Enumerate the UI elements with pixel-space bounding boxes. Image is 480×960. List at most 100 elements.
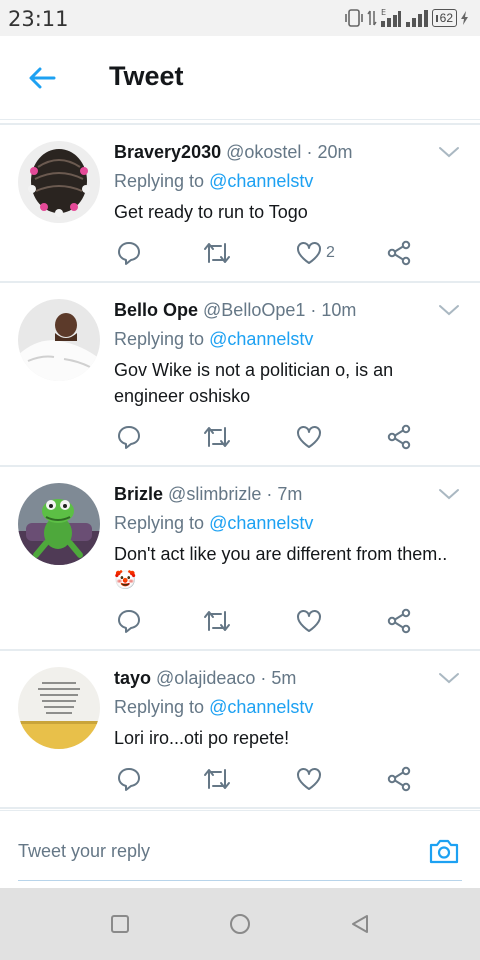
reply-composer: Tweet your reply	[0, 810, 480, 888]
mention-link[interactable]: @channelstv	[209, 697, 313, 717]
tweet-item[interactable]: tayo @olajideaco · 5m Replying to @chann…	[0, 651, 480, 809]
replying-to: Replying to @channelstv	[114, 170, 464, 192]
author-name[interactable]: Brizle	[114, 484, 163, 504]
author-handle[interactable]: @BelloOpe1	[203, 300, 305, 320]
heart-icon	[297, 242, 321, 264]
tweet-text: Gov Wike is not a politician o, is an en…	[114, 360, 394, 406]
author-handle[interactable]: @okostel	[226, 142, 301, 162]
arrow-left-icon	[29, 67, 56, 89]
tweet-item[interactable]: Bello Ope @BelloOpe1 · 10m Replying to @…	[0, 283, 480, 467]
author-handle[interactable]: @slimbrizle	[168, 484, 261, 504]
chevron-down-icon[interactable]	[438, 671, 460, 685]
like-button[interactable]: 2	[296, 238, 335, 268]
tweet-item[interactable]: Bravery2030 @okostel · 20m Replying to @…	[0, 125, 480, 283]
chevron-down-icon[interactable]	[438, 145, 460, 159]
heart-icon	[297, 610, 321, 632]
battery-level: 62	[439, 11, 453, 25]
tweet-content: Brizle @slimbrizle · 7m Replying to @cha…	[114, 483, 464, 593]
charging-icon	[461, 11, 468, 25]
reply-icon	[118, 768, 140, 791]
tweet-text: Don't act like you are different from th…	[114, 544, 448, 590]
mention-link[interactable]: @channelstv	[209, 171, 313, 191]
system-nav-bar	[0, 888, 480, 960]
like-button[interactable]	[296, 764, 322, 794]
back-nav-icon[interactable]	[348, 912, 372, 936]
author-name[interactable]: Bello Ope	[114, 300, 198, 320]
signal-icon-2	[405, 10, 428, 27]
retweet-icon	[204, 611, 230, 631]
avatar[interactable]	[18, 667, 100, 749]
reply-button[interactable]	[116, 764, 142, 794]
reply-icon	[118, 242, 140, 265]
mention-link[interactable]: @channelstv	[209, 329, 313, 349]
app-header: Tweet	[0, 36, 480, 120]
back-button[interactable]	[22, 58, 62, 98]
like-button[interactable]	[296, 422, 322, 452]
tweet-text: Lori iro...oti po repete!	[114, 728, 290, 748]
reply-button[interactable]	[116, 606, 142, 636]
data-transfer-icon	[367, 10, 377, 26]
share-icon	[387, 608, 411, 634]
tweet-content: Bravery2030 @okostel · 20m Replying to @…	[114, 141, 464, 225]
tweet-content: Bello Ope @BelloOpe1 · 10m Replying to @…	[114, 299, 464, 409]
separator: ·	[260, 668, 267, 688]
retweet-button[interactable]	[202, 238, 232, 268]
retweet-button[interactable]	[202, 606, 232, 636]
page-title: Tweet	[109, 61, 184, 91]
avatar[interactable]	[18, 299, 100, 381]
tweet-header: Brizle @slimbrizle · 7m	[114, 483, 464, 505]
share-button[interactable]	[386, 422, 412, 452]
separator: ·	[310, 300, 317, 320]
retweet-icon	[204, 243, 230, 263]
status-bar: 23:11 E 62	[0, 0, 480, 36]
replies-feed: Bravery2030 @okostel · 20m Replying to @…	[0, 123, 480, 809]
svg-text:E: E	[381, 8, 386, 17]
camera-icon[interactable]	[428, 835, 460, 867]
replying-label: Replying to	[114, 697, 205, 717]
vibrate-icon	[344, 9, 363, 27]
chevron-down-icon[interactable]	[438, 487, 460, 501]
like-button[interactable]	[296, 606, 322, 636]
separator: ·	[306, 142, 313, 162]
reply-button[interactable]	[116, 422, 142, 452]
reply-input[interactable]: Tweet your reply	[18, 833, 462, 881]
tweet-header: Bello Ope @BelloOpe1 · 10m	[114, 299, 464, 321]
tweet-item[interactable]: Brizle @slimbrizle · 7m Replying to @cha…	[0, 467, 480, 651]
replying-to: Replying to @channelstv	[114, 696, 464, 718]
share-button[interactable]	[386, 764, 412, 794]
reply-button[interactable]	[116, 238, 142, 268]
signal-icon: E	[380, 8, 401, 27]
replying-to: Replying to @channelstv	[114, 328, 464, 350]
author-handle[interactable]: @olajideaco	[156, 668, 255, 688]
reply-icon	[118, 610, 140, 633]
tweet-actions	[114, 422, 424, 452]
tweet-actions: 2	[114, 238, 424, 268]
retweet-button[interactable]	[202, 764, 232, 794]
recent-apps-icon[interactable]	[108, 912, 132, 936]
avatar[interactable]	[18, 141, 100, 223]
share-button[interactable]	[386, 606, 412, 636]
tweet-actions	[114, 764, 424, 794]
author-name[interactable]: tayo	[114, 668, 151, 688]
home-icon[interactable]	[228, 912, 252, 936]
tweet-actions	[114, 606, 424, 636]
tweet-time: 20m	[317, 142, 353, 162]
tweet-content: tayo @olajideaco · 5m Replying to @chann…	[114, 667, 464, 751]
retweet-icon	[204, 427, 230, 447]
chevron-down-icon[interactable]	[438, 303, 460, 317]
status-icons: E 62	[344, 7, 470, 29]
author-name[interactable]: Bravery2030	[114, 142, 221, 162]
battery-indicator: 62	[431, 9, 457, 27]
separator: ·	[266, 484, 273, 504]
heart-icon	[297, 426, 321, 448]
tweet-header: tayo @olajideaco · 5m	[114, 667, 464, 689]
replying-to: Replying to @channelstv	[114, 512, 464, 534]
mention-link[interactable]: @channelstv	[209, 513, 313, 533]
avatar[interactable]	[18, 483, 100, 565]
retweet-button[interactable]	[202, 422, 232, 452]
status-time: 23:11	[8, 7, 69, 31]
like-count: 2	[326, 244, 335, 261]
share-button[interactable]	[386, 238, 412, 268]
reply-icon	[118, 426, 140, 449]
replying-label: Replying to	[114, 513, 205, 533]
